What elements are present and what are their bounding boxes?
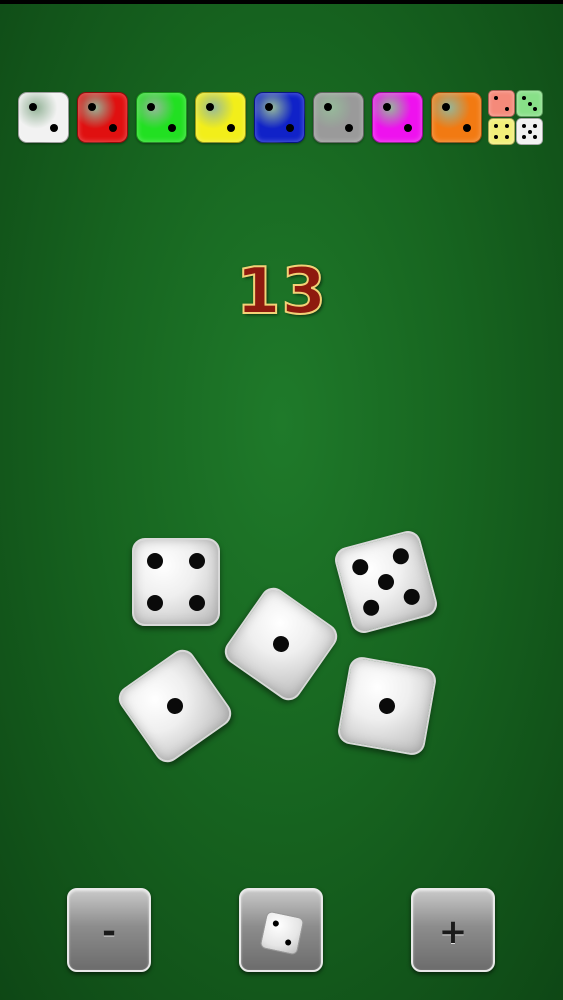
game-screen: 13 - + — [0, 0, 563, 1000]
pip-icon — [383, 103, 391, 111]
pip-icon — [189, 595, 205, 611]
dice-color-palette — [18, 90, 546, 146]
mixed-die-red — [488, 90, 515, 117]
mixed-die-green — [516, 90, 543, 117]
pip-icon — [88, 103, 96, 111]
pip-icon — [401, 587, 422, 607]
pip-icon — [286, 124, 294, 132]
color-swatch-mixed[interactable] — [488, 90, 544, 146]
pip-icon — [168, 124, 176, 132]
color-swatch-orange[interactable] — [431, 92, 482, 143]
pip-icon — [50, 124, 58, 132]
pip-icon — [109, 124, 117, 132]
pip-icon — [324, 103, 332, 111]
add-die-button[interactable]: + — [411, 888, 495, 972]
pip-icon — [163, 694, 187, 718]
pip-icon — [391, 546, 411, 567]
pip-icon — [265, 103, 273, 111]
color-swatch-yellow[interactable] — [195, 92, 246, 143]
mixed-die-white — [516, 118, 543, 145]
pip-icon — [350, 557, 371, 577]
die[interactable] — [113, 644, 237, 768]
pip-icon — [376, 572, 396, 592]
pip-icon — [463, 124, 471, 132]
die-icon — [259, 910, 305, 956]
pip-icon — [269, 632, 293, 656]
pip-icon — [404, 124, 412, 132]
pip-icon — [377, 696, 397, 716]
color-swatch-white[interactable] — [18, 92, 69, 143]
color-swatch-blue[interactable] — [254, 92, 305, 143]
color-swatch-red[interactable] — [77, 92, 128, 143]
die[interactable] — [132, 538, 220, 626]
die[interactable] — [219, 582, 343, 706]
pip-icon — [361, 597, 381, 618]
pip-icon — [345, 124, 353, 132]
mixed-die-yellow — [488, 118, 515, 145]
die[interactable] — [336, 655, 438, 757]
color-swatch-green[interactable] — [136, 92, 187, 143]
pip-icon — [147, 595, 163, 611]
color-swatch-magenta[interactable] — [372, 92, 423, 143]
pip-icon — [227, 124, 235, 132]
pip-icon — [29, 103, 37, 111]
pip-icon — [147, 553, 163, 569]
pip-icon — [147, 103, 155, 111]
die[interactable] — [332, 528, 440, 636]
remove-die-button[interactable]: - — [67, 888, 151, 972]
color-swatch-gray[interactable] — [313, 92, 364, 143]
plus-icon: + — [438, 912, 468, 952]
minus-icon: - — [101, 912, 117, 952]
pip-icon — [206, 103, 214, 111]
dice-total: 13 — [235, 254, 328, 330]
pip-icon — [189, 553, 205, 569]
pip-icon — [442, 103, 450, 111]
roll-dice-button[interactable] — [239, 888, 323, 972]
